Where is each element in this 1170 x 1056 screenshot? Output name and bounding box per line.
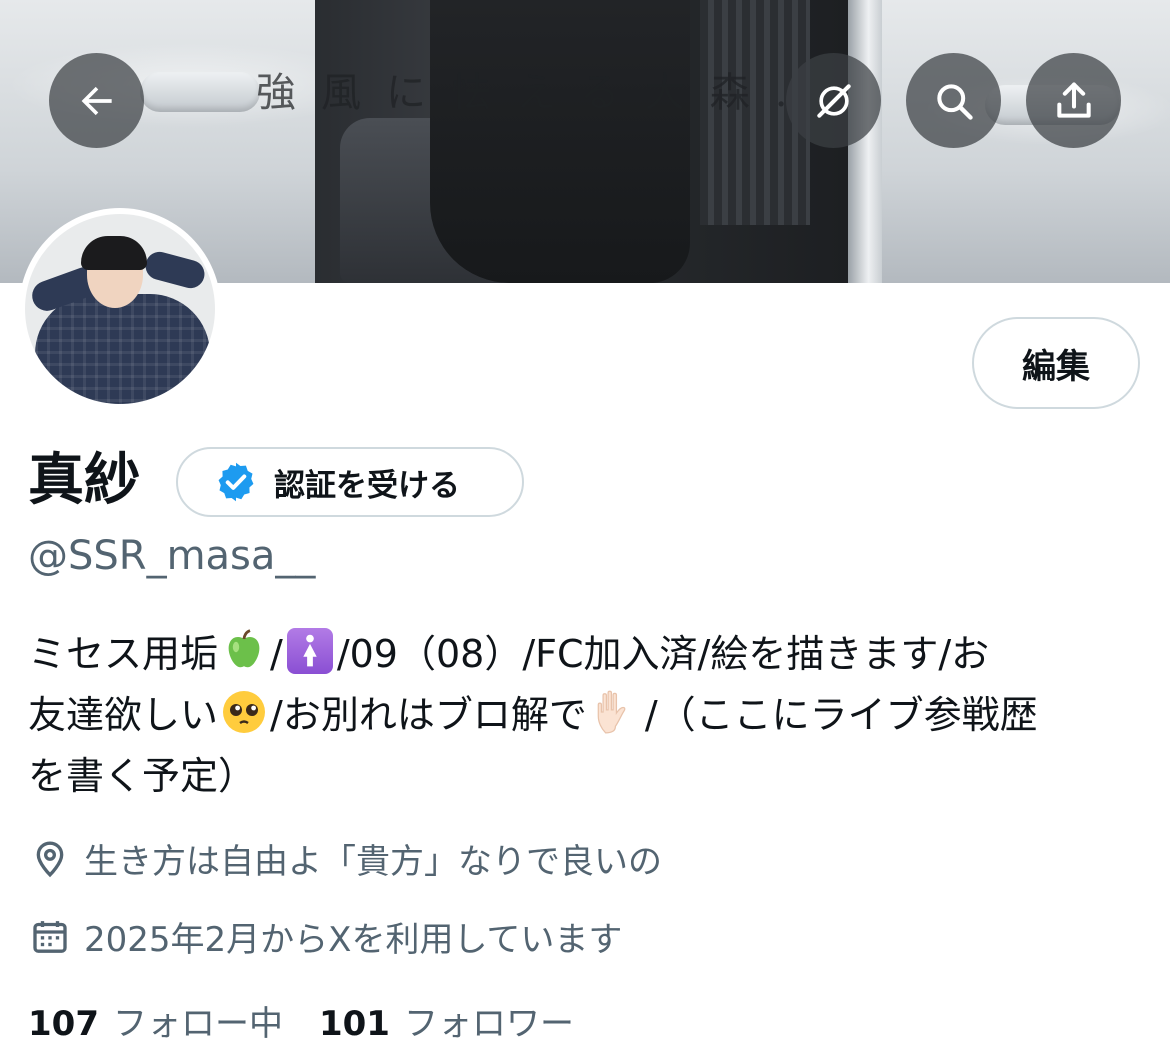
avatar-photo: [25, 214, 215, 404]
followers-link[interactable]: 101 フォロワー: [319, 996, 574, 1045]
pleading-face-emoji-icon: [223, 691, 266, 733]
verified-badge-icon: [218, 462, 254, 502]
location-pin-icon: [36, 840, 64, 877]
avatar-shirt: [35, 294, 210, 404]
grok-icon: [816, 83, 851, 118]
profile-location: 生き方は自由よ「貴方」なりで良いの: [30, 834, 662, 883]
profile-joined-date: 2025年2月からXを利用しています: [30, 912, 622, 961]
avatar-arm-right: [142, 248, 208, 292]
arrow-left-icon: [81, 86, 112, 115]
followers-label: フォロワー: [403, 1004, 574, 1044]
womens-room-glyph: [303, 634, 317, 667]
profile-avatar[interactable]: [19, 208, 221, 410]
avatar-hair: [81, 236, 147, 270]
share-button[interactable]: [1026, 53, 1121, 148]
raised-hand-emoji-icon: [597, 690, 626, 734]
grok-button[interactable]: [786, 53, 881, 148]
bio-text: /09（08）/FC加入済/絵を描きます/お: [336, 632, 990, 676]
joined-text: 2025年2月からXを利用しています: [84, 920, 623, 960]
bio-text: ミセス用垢: [28, 632, 219, 676]
banner-car-handle: [140, 72, 260, 112]
following-link[interactable]: 107 フォロー中: [28, 996, 283, 1045]
follow-stats: 107 フォロー中 101 フォロワー: [28, 996, 574, 1045]
bio-text: /お別れはブロ解で: [270, 693, 587, 737]
share-icon: [1056, 81, 1091, 118]
womens-room-emoji-icon: [286, 628, 333, 674]
search-icon: [936, 83, 973, 120]
bio-text: /: [270, 632, 283, 676]
display-name: 真紗: [28, 448, 140, 513]
edit-profile-button[interactable]: 編集: [972, 317, 1140, 409]
banner-caption: 強風に怯える大森.: [256, 70, 813, 116]
get-verified-button[interactable]: 認証を受ける: [176, 447, 524, 517]
profile-bio: ミセス用垢 / /09（08）/FC加入済/絵を描きます/お 友達欲しい /お別…: [28, 624, 1148, 807]
search-button[interactable]: [906, 53, 1001, 148]
back-button[interactable]: [49, 53, 144, 148]
user-handle: @SSR_masa__: [28, 533, 316, 579]
bio-line-2: 友達欲しい /お別れはブロ解で /（ここにライブ参戦歴: [28, 685, 1148, 746]
banner-person: [430, 0, 690, 283]
following-count: 107: [28, 1004, 99, 1044]
location-text: 生き方は自由よ「貴方」なりで良いの: [84, 842, 662, 882]
followers-count: 101: [318, 1004, 390, 1044]
get-verified-label: 認証を受ける: [274, 467, 460, 504]
calendar-icon: [33, 920, 67, 953]
bio-text: /（ここにライブ参戦歴: [644, 693, 1038, 737]
bio-line-1: ミセス用垢 / /09（08）/FC加入済/絵を描きます/お: [28, 624, 1148, 685]
bio-text: 友達欲しい: [28, 693, 219, 737]
following-label: フォロー中: [112, 1004, 283, 1044]
green-apple-emoji-icon: [228, 629, 260, 668]
bio-line-3: を書く予定）: [28, 754, 257, 798]
